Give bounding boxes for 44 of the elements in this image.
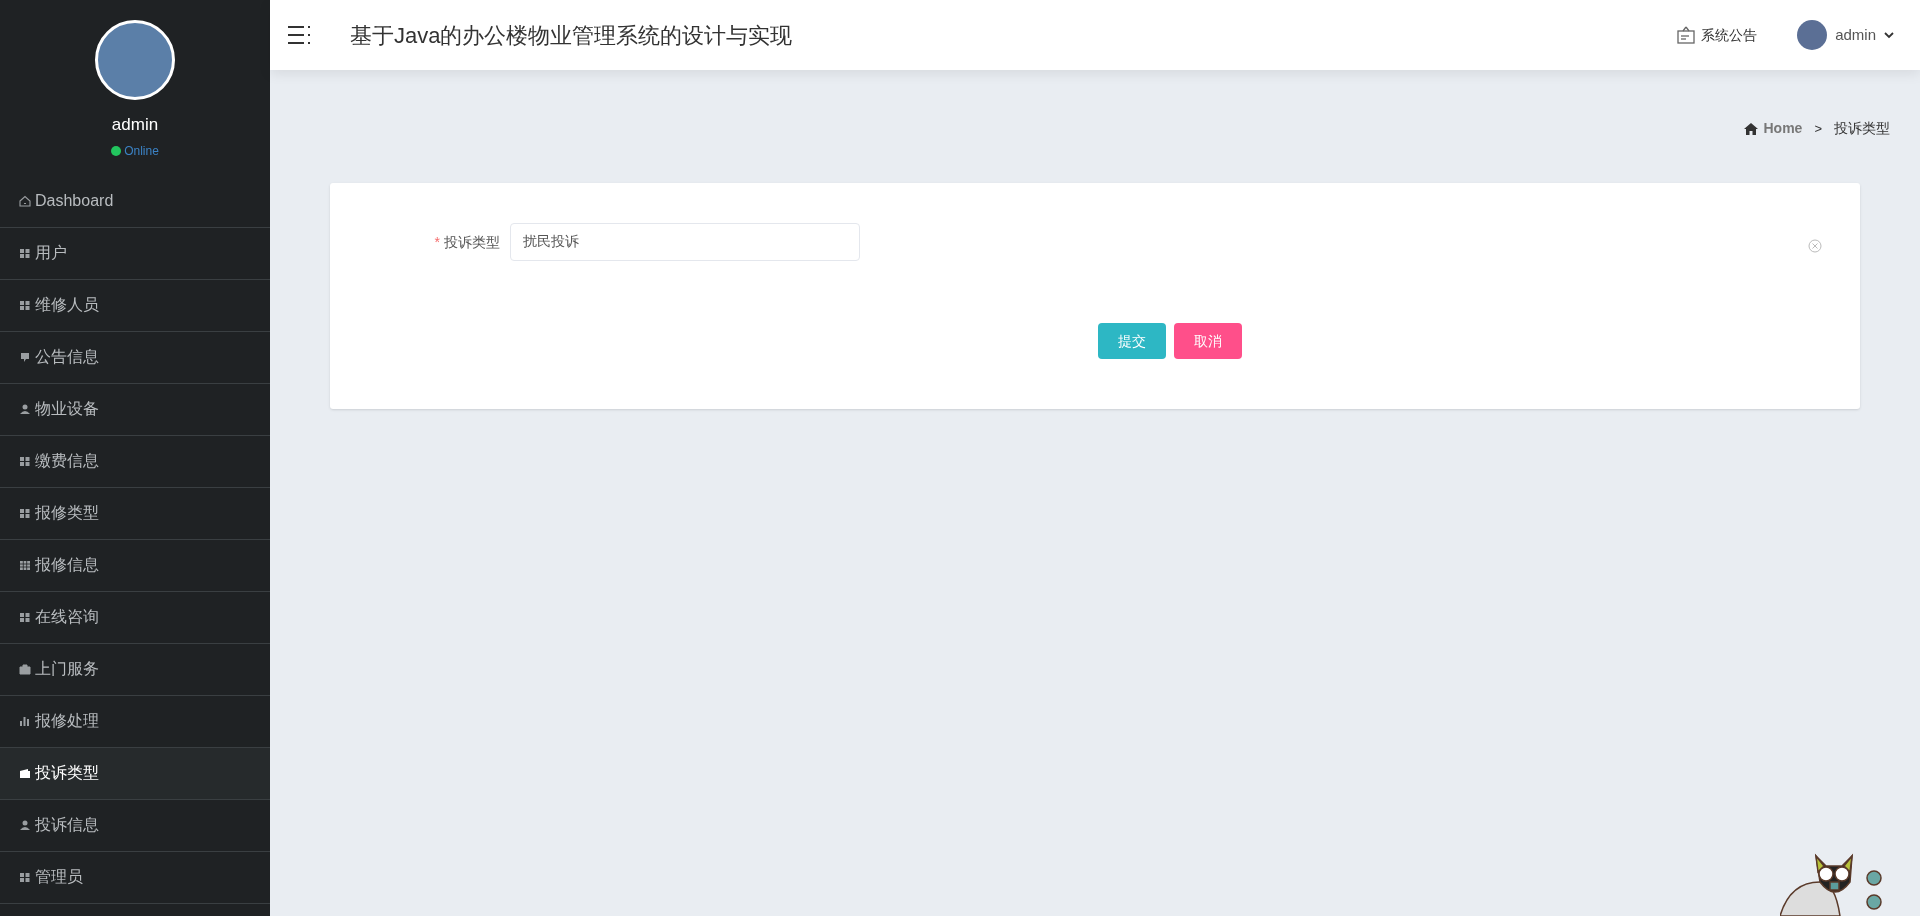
- chevron-down-icon: [1884, 31, 1894, 39]
- signboard-icon: [1677, 26, 1696, 44]
- field-label: 投诉类型: [444, 232, 500, 252]
- input-field[interactable]: 扰民投诉: [510, 223, 860, 261]
- grid-icon: [19, 455, 31, 467]
- sidebar-item[interactable]: 管理员: [0, 851, 270, 904]
- status-text: Online: [124, 142, 159, 160]
- breadcrumb-home[interactable]: Home: [1743, 118, 1803, 139]
- sidebar-item[interactable]: 上门服务: [0, 643, 270, 696]
- briefcase-icon: [19, 663, 31, 675]
- breadcrumb-separator: >: [1814, 119, 1822, 138]
- required-asterisk: *: [434, 232, 440, 252]
- user-icon: [19, 403, 31, 415]
- sidebar-item[interactable]: 投诉信息: [0, 799, 270, 852]
- grid-icon: [19, 507, 31, 519]
- folder-icon: [19, 767, 31, 779]
- sidebar-item[interactable]: 缴费信息: [0, 435, 270, 488]
- grid-icon: [19, 559, 31, 571]
- speech-bubble-icon: [19, 351, 31, 363]
- notice-link[interactable]: 系统公告: [1677, 24, 1758, 46]
- user-icon: [19, 819, 31, 831]
- grid-icon: [19, 247, 31, 259]
- home-icon: [1743, 122, 1758, 135]
- user-name: admin: [111, 114, 159, 136]
- bar-chart-icon: [19, 715, 31, 727]
- page-title: 基于Java的办公楼物业管理系统的设计与实现: [350, 21, 793, 50]
- sidebar-item[interactable]: 物业设备: [0, 383, 270, 436]
- sidebar-item[interactable]: 用户: [0, 227, 270, 280]
- sidebar-item[interactable]: 报修处理: [0, 695, 270, 748]
- sidebar-item[interactable]: 报修信息: [0, 539, 270, 592]
- sidebar-item[interactable]: 报修类型: [0, 487, 270, 540]
- menu-icon[interactable]: [288, 25, 310, 45]
- sidebar-item[interactable]: Dashboard: [0, 175, 270, 228]
- sidebar-item[interactable]: 公告信息: [0, 331, 270, 384]
- grid-icon: [19, 871, 31, 883]
- grid-icon: [19, 299, 31, 311]
- house-icon: [19, 195, 31, 207]
- avatar: [1797, 20, 1828, 50]
- sidebar-item[interactable]: 投诉类型: [0, 747, 270, 800]
- sidebar-item[interactable]: 维修人员: [0, 279, 270, 332]
- grid-icon: [19, 611, 31, 623]
- sidebar-item[interactable]: 在线咨询: [0, 591, 270, 644]
- breadcrumb-current: 投诉类型: [1834, 119, 1890, 138]
- user-menu[interactable]: admin: [1797, 20, 1894, 50]
